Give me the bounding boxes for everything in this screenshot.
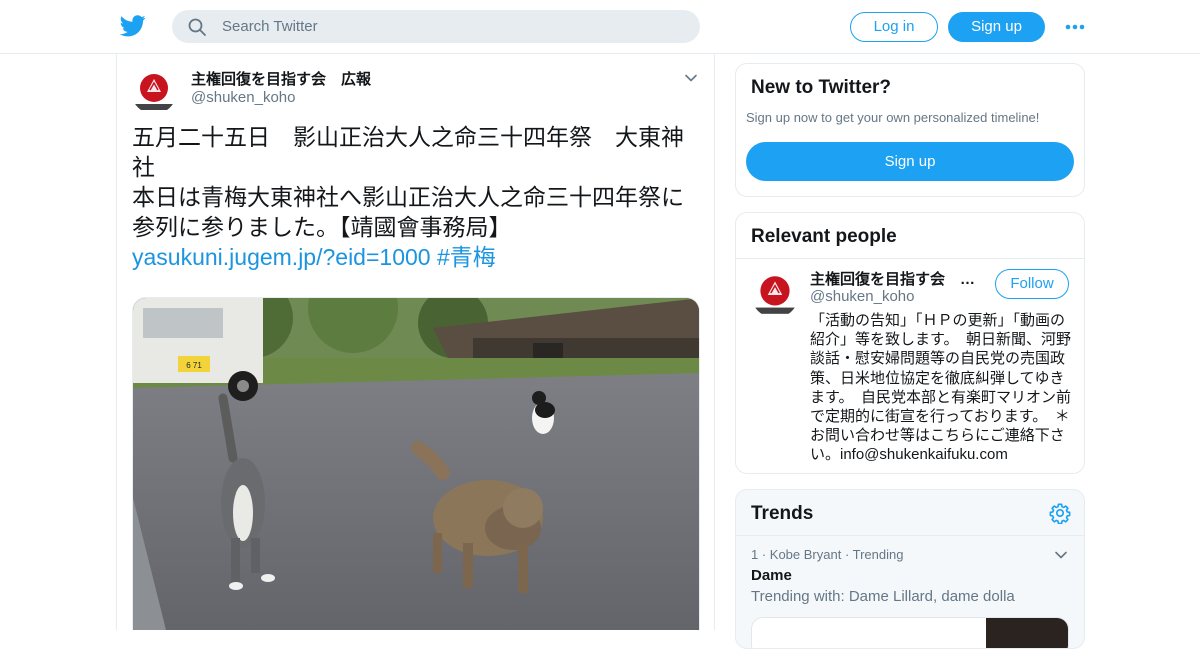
trends-card: Trends 1 · Kobe Bryant · Trending Dame T… <box>735 489 1085 649</box>
tweet-text-line: 五月二十五日 影山正治大人之命三十四年祭 大東神 <box>132 124 684 150</box>
login-button[interactable]: Log in <box>850 12 938 42</box>
author-handle[interactable]: @shuken_koho <box>191 89 295 106</box>
trend-preview-card[interactable] <box>751 617 1069 648</box>
relevant-people-title: Relevant people <box>751 226 897 247</box>
twitter-bird-icon[interactable] <box>120 14 146 38</box>
tweet-permalink: 主権回復を目指す会 広報 @shuken_koho 五月二十五日 影山正治大人之… <box>116 54 715 630</box>
avatar-logo-icon <box>131 68 177 114</box>
relevant-people-card: Relevant people 主権回復を目指す会 … @shuken_koho… <box>735 212 1085 474</box>
avatar-logo-icon <box>751 270 799 318</box>
trends-title: Trends <box>751 503 814 524</box>
gear-icon[interactable] <box>1049 502 1071 524</box>
trend-thumbnail-image <box>986 618 1068 648</box>
new-to-twitter-title: New to Twitter? <box>751 77 892 98</box>
author-name[interactable]: 主権回復を目指す会 広報 <box>191 68 371 89</box>
trend-name[interactable]: Dame <box>751 567 792 584</box>
signup-button[interactable]: Sign up <box>948 12 1045 42</box>
search-box[interactable] <box>172 10 700 43</box>
search-input[interactable] <box>222 10 682 43</box>
person-handle[interactable]: @shuken_koho <box>810 288 914 305</box>
tweet-url-link[interactable]: yasukuni.jugem.jp/?eid=1000 <box>132 244 431 270</box>
trend-with: Trending with: Dame Lillard, dame dolla <box>751 588 1015 605</box>
tweet-text-line: 本日は青梅大東神社へ影山正治大人之命三十四年祭に <box>132 184 684 210</box>
tweet-photo[interactable]: 6 71 <box>132 297 700 630</box>
cats-photo-image: 6 71 <box>133 298 699 630</box>
chevron-down-icon[interactable] <box>683 70 699 86</box>
person-name[interactable]: 主権回復を目指す会 … <box>810 268 975 289</box>
more-dots-icon[interactable] <box>1064 20 1086 34</box>
person-bio: 「活動の告知」「ＨＰの更新」「動画の紹介」等を致します。 朝日新聞、河野談話・慰… <box>810 312 1072 464</box>
divider <box>736 258 1084 259</box>
sidebar-signup-button[interactable]: Sign up <box>746 142 1074 181</box>
tweet-text-line: 社 <box>132 154 155 180</box>
top-navigation-bar: Log in Sign up <box>0 0 1200 54</box>
new-to-twitter-subtitle: Sign up now to get your own personalized… <box>746 110 1040 125</box>
tweet-text: 五月二十五日 影山正治大人之命三十四年祭 大東神 社 本日は青梅大東神社へ影山正… <box>132 122 697 242</box>
author-avatar[interactable] <box>131 68 177 114</box>
chevron-down-icon[interactable] <box>1054 548 1068 562</box>
new-to-twitter-card: New to Twitter? Sign up now to get your … <box>735 63 1085 197</box>
tweet-text-line: 参列に参りました。【靖國會事務局】 <box>132 214 512 240</box>
person-avatar[interactable] <box>751 270 799 318</box>
license-plate-text: 6 71 <box>186 361 202 370</box>
divider <box>736 535 1084 536</box>
trend-meta: 1 · Kobe Bryant · Trending <box>751 547 904 562</box>
follow-button[interactable]: Follow <box>995 269 1069 299</box>
tweet-links: yasukuni.jugem.jp/?eid=1000 #青梅 <box>132 242 496 272</box>
hashtag-link[interactable]: #青梅 <box>437 244 496 270</box>
search-icon <box>188 18 206 36</box>
